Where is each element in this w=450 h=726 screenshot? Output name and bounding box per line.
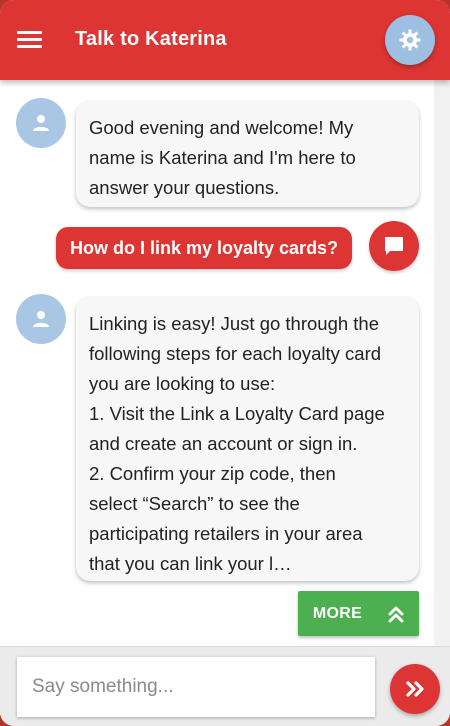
more-button[interactable]: MORE <box>298 591 419 636</box>
user-message-avatar <box>369 221 419 271</box>
hamburger-menu-icon[interactable] <box>17 30 42 50</box>
more-button-label: MORE <box>312 604 363 622</box>
user-message-bubble: How do I link my loyalty cards? <box>56 227 353 269</box>
message-list[interactable]: Good evening and welcome! My name is Kat… <box>0 80 434 646</box>
bot-avatar <box>16 294 66 344</box>
message-line: participating retailers in your area <box>89 523 363 544</box>
message-line: Linking is easy! Just go through the <box>89 313 380 334</box>
settings-button[interactable] <box>385 15 435 65</box>
message-line: select “Search” to see the <box>89 493 300 514</box>
gear-icon <box>399 29 421 51</box>
composer-bar <box>0 646 450 726</box>
bot-message-bubble: Good evening and welcome! My name is Kat… <box>76 101 419 207</box>
message-line: that you can link your l… <box>89 553 292 574</box>
bot-avatar <box>16 98 66 148</box>
user-avatar-icon <box>33 115 49 131</box>
user-avatar-icon <box>33 311 49 327</box>
message-line: and create an account or sign in. <box>89 433 358 454</box>
scrollbar[interactable] <box>434 80 450 646</box>
message-line: Good evening and welcome! My <box>89 117 354 138</box>
chat-bubble-icon <box>385 237 403 255</box>
message-line: 2. Confirm your zip code, then <box>89 463 336 484</box>
message-input[interactable] <box>17 657 375 717</box>
message-line: following steps for each loyalty card <box>89 343 382 364</box>
bot-message-bubble: Linking is easy! Just go through the fol… <box>76 297 419 581</box>
chat-window: Talk to Katerina Good evening and welcom… <box>0 0 450 726</box>
message-line: name is Katerina and I'm here to <box>89 147 356 168</box>
message-line: 1. Visit the Link a Loyalty Card page <box>89 403 385 424</box>
send-button[interactable] <box>390 664 440 714</box>
page-title: Talk to Katerina <box>75 28 227 50</box>
double-chevron-up-icon <box>388 606 404 622</box>
message-line: you are looking to use: <box>89 373 276 394</box>
message-line: answer your questions. <box>89 177 280 198</box>
header-bar: Talk to Katerina <box>0 0 450 80</box>
double-chevron-right-icon <box>406 681 424 697</box>
